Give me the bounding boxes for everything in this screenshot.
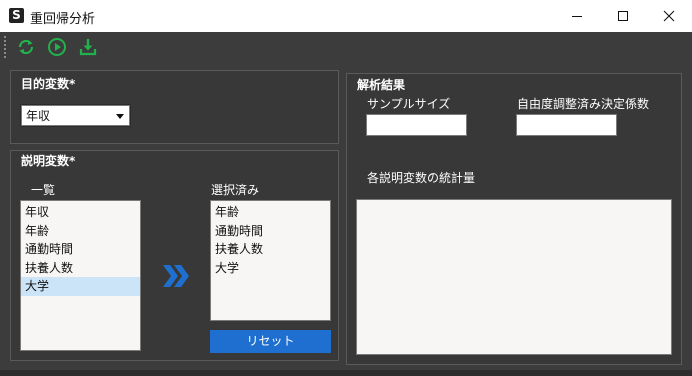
- adjusted-r2-label: 自由度調整済み決定係数: [517, 97, 650, 111]
- adjusted-r2-field[interactable]: [516, 114, 617, 136]
- download-button[interactable]: [77, 36, 99, 58]
- list-item[interactable]: 大学: [211, 259, 330, 278]
- close-icon: [663, 10, 675, 22]
- app-logo: S: [9, 8, 24, 23]
- chevron-down-icon: [116, 114, 124, 119]
- explanatory-variables-title: 説明変数*: [21, 154, 76, 168]
- refresh-icon: [18, 39, 34, 55]
- results-title: 解析結果: [357, 78, 406, 92]
- list-item[interactable]: 通勤時間: [211, 222, 330, 241]
- double-chevron-right-icon: [163, 265, 189, 287]
- target-variable-select[interactable]: 年収: [20, 104, 131, 127]
- run-button[interactable]: [46, 36, 68, 58]
- list-item[interactable]: 扶養人数: [21, 259, 140, 278]
- minimize-button[interactable]: [554, 0, 600, 32]
- close-button[interactable]: [646, 0, 692, 32]
- sample-size-label: サンプルサイズ: [367, 97, 451, 111]
- add-to-selected-button[interactable]: [160, 262, 192, 290]
- title-bar: S 重回帰分析: [0, 0, 692, 32]
- selected-list-label: 選択済み: [211, 183, 260, 197]
- toolbar: [0, 32, 692, 62]
- window-title: 重回帰分析: [30, 12, 96, 27]
- selected-variables-listbox[interactable]: 年齢 通勤時間 扶養人数 大学: [210, 200, 331, 321]
- play-icon: [48, 38, 66, 56]
- variable-list-label: 一覧: [31, 183, 56, 197]
- list-item[interactable]: 年齢: [21, 222, 140, 241]
- statistics-table[interactable]: [356, 199, 672, 355]
- list-item-selected[interactable]: 大学: [21, 277, 140, 296]
- statistics-label: 各説明変数の統計量: [367, 171, 476, 185]
- download-icon: [79, 39, 97, 56]
- target-variable-value: 年収: [26, 109, 51, 123]
- target-variable-title: 目的変数*: [21, 77, 76, 91]
- list-item[interactable]: 通勤時間: [21, 240, 140, 259]
- refresh-button[interactable]: [15, 36, 37, 58]
- toolbar-grip[interactable]: [4, 36, 6, 58]
- sample-size-field[interactable]: [366, 114, 467, 136]
- list-item[interactable]: 扶養人数: [211, 240, 330, 259]
- minimize-icon: [572, 16, 582, 17]
- maximize-icon: [618, 11, 628, 21]
- variable-listbox[interactable]: 年収 年齢 通勤時間 扶養人数 大学: [20, 200, 141, 351]
- status-bar: [0, 370, 692, 376]
- maximize-button[interactable]: [600, 0, 646, 32]
- list-item[interactable]: 年収: [21, 203, 140, 222]
- reset-button[interactable]: リセット: [210, 330, 331, 353]
- list-item[interactable]: 年齢: [211, 203, 330, 222]
